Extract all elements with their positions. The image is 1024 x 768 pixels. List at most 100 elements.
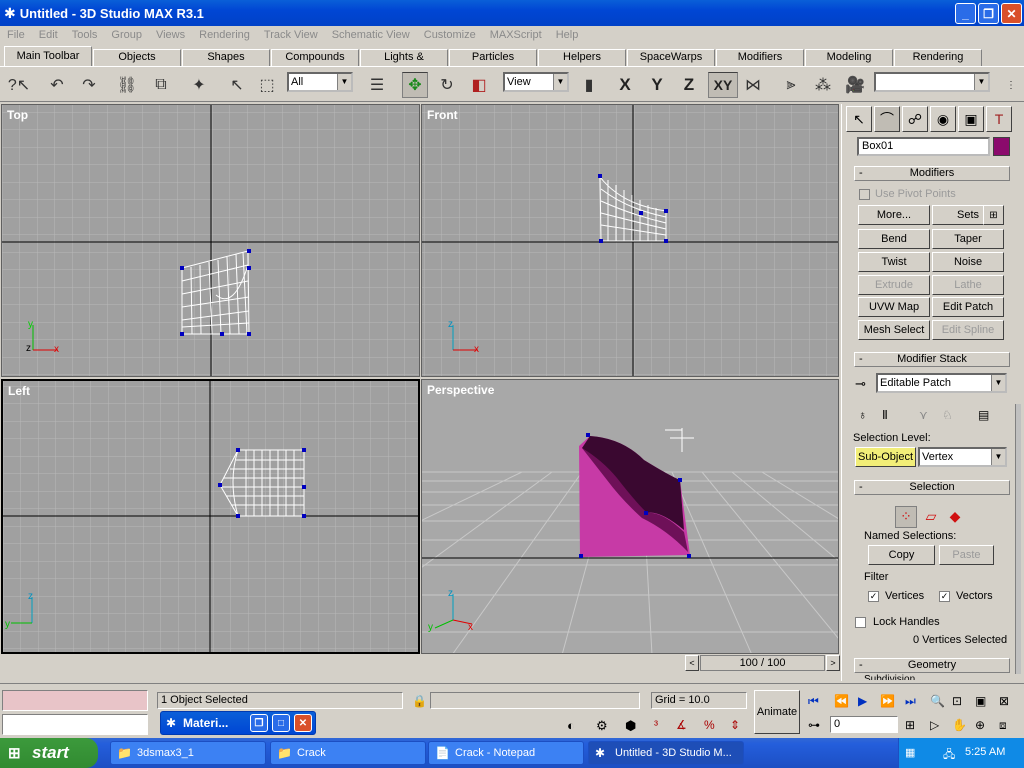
taper-button[interactable]: Taper <box>932 229 1004 249</box>
lock-selection-icon[interactable]: 🔒 <box>412 694 427 708</box>
tab-shapes[interactable]: Shapes <box>182 49 270 66</box>
help-pointer-icon[interactable]: ?↖ <box>6 72 32 98</box>
use-pivot-checkbox[interactable] <box>859 189 870 200</box>
zoom-all-icon[interactable]: ⊡ <box>952 694 962 708</box>
taskbar-item-crack[interactable]: 📁 Crack <box>270 741 426 765</box>
menu-views[interactable]: Views <box>149 29 192 41</box>
unlink-icon[interactable]: ⧉ <box>148 72 174 98</box>
constraint-icon[interactable]: ⋈ <box>740 72 766 98</box>
menu-edit[interactable]: Edit <box>32 29 65 41</box>
tab-modifiers[interactable]: Modifiers <box>716 49 804 66</box>
edit-stack-icon[interactable]: ▤ <box>978 408 989 422</box>
display-tab-icon[interactable]: ▣ <box>958 106 984 132</box>
zoom-extents-icon[interactable]: ▣ <box>975 694 986 708</box>
key-mode-icon[interactable]: ⊶ <box>808 718 820 732</box>
create-tab-icon[interactable]: ↖ <box>846 106 872 132</box>
edit-spline-button[interactable]: Edit Spline <box>932 320 1004 340</box>
scale-icon[interactable]: ◧ <box>466 72 492 98</box>
viewport-front[interactable]: Front z x <box>421 104 839 377</box>
hierarchy-tab-icon[interactable]: ☍ <box>902 106 928 132</box>
viewport-perspective[interactable]: Perspective z y x <box>421 379 839 654</box>
region-zoom-icon[interactable]: ▷ <box>930 718 939 732</box>
box-mode-icon[interactable]: ⬢ <box>625 718 636 734</box>
tab-spacewarps[interactable]: SpaceWarps <box>627 49 715 66</box>
viewport-top[interactable]: Top y z x <box>1 104 420 377</box>
time-config-icon[interactable]: ⊞ <box>905 718 915 732</box>
angle-snap-icon[interactable]: ∡ <box>676 718 687 732</box>
menu-tools[interactable]: Tools <box>65 29 105 41</box>
arc-rotate-icon[interactable]: ⊕ <box>975 718 985 732</box>
menu-schematic-view[interactable]: Schematic View <box>325 29 417 41</box>
vertices-checkbox[interactable]: ✓ <box>868 591 879 602</box>
start-button[interactable]: ⊞ start <box>0 738 98 768</box>
axis-x-button[interactable]: X <box>612 72 638 98</box>
prev-frame-icon[interactable]: ⏪ <box>834 694 849 708</box>
clock[interactable]: 5:25 AM <box>965 746 1005 758</box>
select-object-icon[interactable]: ↖ <box>224 72 250 98</box>
modifiers-rollout-header[interactable]: - Modifiers <box>854 166 1010 181</box>
undo-icon[interactable]: ↶ <box>44 72 70 98</box>
viewport-left[interactable]: Left z y <box>1 379 420 654</box>
modifier-stack-rollout-header[interactable]: - Modifier Stack <box>854 352 1010 367</box>
snap-toggle-icon[interactable]: ⚙ <box>596 718 608 734</box>
material-close-button[interactable]: ✕ <box>294 714 312 732</box>
render-camera-icon[interactable]: 🎥 <box>842 72 868 98</box>
menu-track-view[interactable]: Track View <box>257 29 325 41</box>
percent-snap-icon[interactable]: % <box>704 718 715 732</box>
maxscript-listener-field[interactable] <box>2 690 148 711</box>
configure-sets-icon[interactable]: ⊞ <box>983 205 1004 225</box>
selection-level-dropdown[interactable]: Vertex ▼ <box>918 447 1007 467</box>
reference-coord-dropdown[interactable]: View ▼ <box>503 72 569 92</box>
snap-3d-icon[interactable]: ³ <box>654 718 658 732</box>
axis-xy-button[interactable]: XY <box>708 72 738 98</box>
menu-file[interactable]: File <box>0 29 32 41</box>
degradation-icon[interactable]: ◐ <box>567 718 575 733</box>
go-to-end-icon[interactable]: ⏭ <box>905 694 916 709</box>
tab-objects[interactable]: Objects <box>93 49 181 66</box>
time-next-icon[interactable]: > <box>826 655 840 671</box>
selection-rollout-header[interactable]: - Selection <box>854 480 1010 495</box>
taskbar-item-3dsmax3-1[interactable]: 📁 3dsmax3_1 <box>110 741 266 765</box>
element-subobject-icon[interactable]: ◆ <box>944 506 966 528</box>
noise-button[interactable]: Noise <box>932 252 1004 272</box>
pin-stack-icon[interactable]: ⊸ <box>855 376 866 392</box>
minimize-button[interactable]: _ <box>955 3 976 24</box>
twist-button[interactable]: Twist <box>858 252 930 272</box>
region-select-icon[interactable]: ⬚ <box>254 72 280 98</box>
remove-modifier-icon[interactable]: ♘ <box>942 408 953 422</box>
axis-y-button[interactable]: Y <box>644 72 670 98</box>
menu-group[interactable]: Group <box>104 29 149 41</box>
tab-helpers[interactable]: Helpers <box>538 49 626 66</box>
pivot-center-icon[interactable]: ▮ <box>576 72 602 98</box>
material-restore-button[interactable]: ❐ <box>250 714 268 732</box>
next-frame-icon[interactable]: ⏩ <box>880 694 895 708</box>
mesh-select-button[interactable]: Mesh Select <box>858 320 930 340</box>
pan-icon[interactable]: ✋ <box>952 718 967 732</box>
show-end-result-icon[interactable]: Ⅱ <box>882 408 888 422</box>
modifier-stack-dropdown[interactable]: Editable Patch ▼ <box>876 373 1007 393</box>
tab-particles[interactable]: Particles <box>449 49 537 66</box>
time-slider-thumb[interactable]: 100 / 100 <box>700 655 825 671</box>
vectors-checkbox[interactable]: ✓ <box>939 591 950 602</box>
bind-spacewarp-icon[interactable]: ✦ <box>186 72 212 98</box>
array-icon[interactable]: ⁂ <box>810 72 836 98</box>
menu-maxscript[interactable]: MAXScript <box>483 29 549 41</box>
selection-filter-dropdown[interactable]: All ▼ <box>287 72 353 92</box>
patch-subobject-icon[interactable]: ▱ <box>920 506 942 528</box>
motion-tab-icon[interactable]: ◉ <box>930 106 956 132</box>
play-icon[interactable]: ▶ <box>858 694 867 708</box>
bend-button[interactable]: Bend <box>858 229 930 249</box>
tab-modeling[interactable]: Modeling <box>805 49 893 66</box>
taskbar-item-notepad[interactable]: 📄 Crack - Notepad <box>428 741 584 765</box>
material-editor-minimized[interactable]: ✱ Materi... ❐ □ ✕ <box>160 711 316 735</box>
close-button[interactable]: ✕ <box>1001 3 1022 24</box>
active-inactive-icon[interactable]: ♁ <box>858 408 867 422</box>
time-prev-icon[interactable]: < <box>685 655 699 671</box>
command-panel-scrollbar[interactable] <box>1015 404 1021 674</box>
tab-rendering[interactable]: Rendering <box>894 49 982 66</box>
animate-button[interactable]: Animate <box>754 690 800 734</box>
zoom-icon[interactable]: 🔍 <box>930 694 945 708</box>
axis-z-button[interactable]: Z <box>676 72 702 98</box>
lathe-button[interactable]: Lathe <box>932 275 1004 295</box>
tab-compounds[interactable]: Compounds <box>271 49 359 66</box>
